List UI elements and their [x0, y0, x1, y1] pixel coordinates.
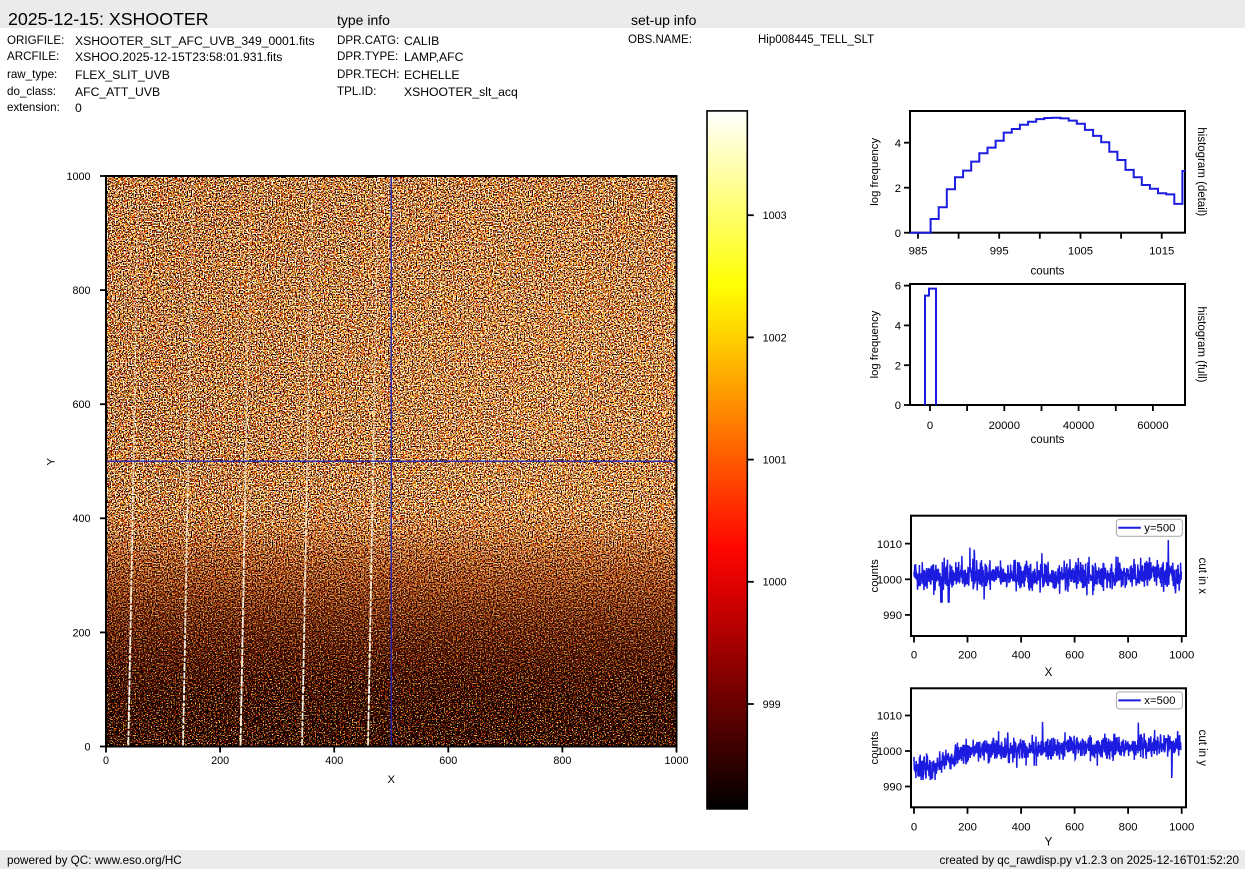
svg-text:1000: 1000 — [763, 577, 787, 589]
svg-text:x=500: x=500 — [1144, 695, 1175, 707]
svg-text:200: 200 — [72, 627, 90, 639]
svg-text:1015: 1015 — [1149, 246, 1174, 258]
svg-text:400: 400 — [325, 755, 343, 767]
svg-text:990: 990 — [883, 610, 902, 622]
svg-text:40000: 40000 — [1063, 420, 1094, 432]
svg-text:4: 4 — [895, 321, 901, 333]
svg-text:200: 200 — [958, 650, 977, 662]
svg-text:2: 2 — [895, 360, 901, 372]
svg-text:2: 2 — [895, 183, 901, 195]
svg-text:X: X — [1045, 667, 1053, 679]
svg-text:0: 0 — [84, 741, 90, 753]
svg-text:1010: 1010 — [877, 539, 902, 551]
svg-text:400: 400 — [1012, 822, 1031, 834]
svg-text:999: 999 — [763, 699, 781, 711]
svg-text:990: 990 — [883, 782, 902, 794]
svg-text:400: 400 — [1012, 650, 1031, 662]
svg-text:800: 800 — [553, 755, 571, 767]
svg-text:1001: 1001 — [763, 455, 787, 467]
svg-text:4: 4 — [895, 138, 901, 150]
svg-text:6: 6 — [895, 281, 901, 293]
svg-text:0: 0 — [895, 400, 901, 412]
svg-text:log frequency: log frequency — [869, 310, 881, 378]
svg-text:995: 995 — [990, 246, 1009, 258]
svg-text:800: 800 — [1119, 822, 1138, 834]
svg-text:60000: 60000 — [1137, 420, 1168, 432]
svg-text:cut in x: cut in x — [1196, 558, 1208, 595]
svg-text:20000: 20000 — [989, 420, 1020, 432]
svg-text:log frequency: log frequency — [869, 138, 881, 206]
svg-text:1003: 1003 — [763, 210, 787, 222]
svg-text:Y: Y — [1045, 837, 1053, 849]
svg-text:1010: 1010 — [877, 711, 902, 723]
svg-text:0: 0 — [103, 755, 109, 767]
svg-text:800: 800 — [72, 285, 90, 297]
svg-text:600: 600 — [439, 755, 457, 767]
svg-text:985: 985 — [909, 246, 928, 258]
svg-text:800: 800 — [1119, 650, 1138, 662]
svg-text:counts: counts — [1031, 434, 1065, 446]
svg-text:0: 0 — [911, 650, 917, 662]
svg-text:cut in y: cut in y — [1196, 730, 1208, 767]
svg-text:1002: 1002 — [763, 332, 787, 344]
svg-text:1005: 1005 — [1068, 246, 1093, 258]
svg-text:0: 0 — [895, 228, 901, 240]
svg-text:histogram (full): histogram (full) — [1195, 306, 1207, 382]
svg-text:600: 600 — [1065, 650, 1084, 662]
svg-text:600: 600 — [1065, 822, 1084, 834]
svg-text:counts: counts — [1031, 266, 1065, 278]
svg-text:counts: counts — [869, 731, 881, 765]
svg-text:1000: 1000 — [664, 755, 688, 767]
svg-text:counts: counts — [869, 559, 881, 593]
svg-text:histogram (detail): histogram (detail) — [1195, 127, 1207, 216]
svg-text:400: 400 — [72, 513, 90, 525]
svg-text:0: 0 — [927, 420, 933, 432]
svg-text:1000: 1000 — [66, 171, 90, 183]
svg-text:1000: 1000 — [1169, 650, 1194, 662]
svg-text:X: X — [387, 774, 395, 786]
svg-text:y=500: y=500 — [1144, 523, 1175, 535]
svg-text:600: 600 — [72, 399, 90, 411]
svg-text:Y: Y — [45, 457, 57, 465]
svg-text:200: 200 — [211, 755, 229, 767]
svg-text:200: 200 — [958, 822, 977, 834]
svg-text:0: 0 — [911, 822, 917, 834]
svg-text:1000: 1000 — [1169, 822, 1194, 834]
